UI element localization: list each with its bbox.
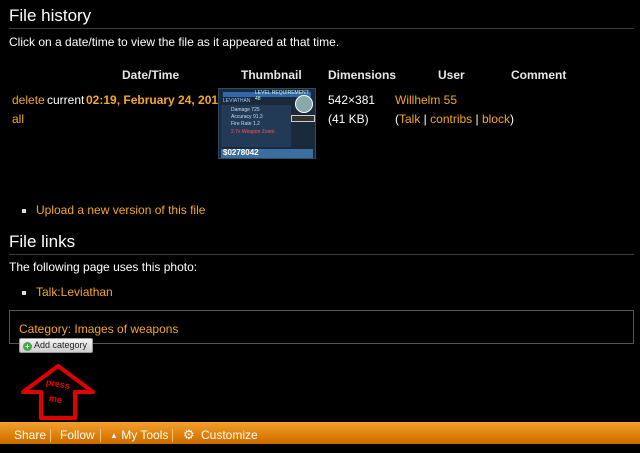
col-thumbnail: Thumbnail — [241, 68, 302, 82]
bottom-toolbar: Share Follow ▲ My Tools ⚙ Customize — [0, 421, 640, 450]
upload-new-version-link[interactable]: Upload a new version of this file — [36, 203, 205, 217]
my-tools-label: My Tools — [121, 428, 169, 442]
current-label: current — [47, 93, 85, 107]
paren-close: ) — [509, 112, 514, 126]
category-link[interactable]: Category: Images of weapons — [19, 322, 178, 336]
file-history-intro: Click on a date/time to view the file as… — [9, 35, 340, 49]
category-box: Category: Images of weapons — [9, 310, 634, 344]
add-category-button[interactable]: + Add category — [19, 338, 94, 353]
delete-link[interactable]: delete — [12, 93, 45, 107]
user-tools: (Talk | contribs | block) — [395, 112, 514, 126]
dimensions-value: 542×381 — [328, 93, 376, 107]
toolbar-divider — [172, 429, 173, 442]
contribs-link[interactable]: contribs — [430, 112, 472, 126]
separator: | — [472, 112, 482, 126]
up-arrow-icon — [21, 364, 95, 420]
thumb-stat: Damage 725 — [231, 107, 260, 113]
customize-label: Customize — [201, 428, 258, 442]
list-item: Talk:Leviathan — [20, 285, 113, 299]
plus-icon: + — [23, 342, 32, 351]
size-value: (41 KB) — [328, 112, 369, 126]
gear-icon: ⚙ — [183, 427, 195, 442]
thumb-stat: 2.7x Weapon Zoom — [231, 129, 275, 135]
col-user: User — [438, 68, 465, 82]
col-datetime: Date/Time — [122, 68, 180, 82]
file-history-heading: File history — [9, 6, 634, 29]
col-comment: Comment — [511, 68, 567, 82]
list-item: Upload a new version of this file — [20, 203, 205, 217]
upload-list: Upload a new version of this file — [20, 203, 205, 217]
separator: | — [420, 112, 431, 126]
thumb-stat: Accuracy 91.3 — [231, 114, 263, 120]
block-link[interactable]: block — [482, 112, 510, 126]
col-dimensions: Dimensions — [328, 68, 397, 82]
thumb-manufacturer-icon — [295, 95, 313, 113]
thumb-tag — [291, 115, 315, 122]
thumb-price: $0278042 — [223, 148, 259, 157]
annotation-me: me — [48, 392, 63, 406]
caret-up-icon: ▲ — [110, 431, 118, 440]
toolbar-divider — [100, 429, 101, 442]
delete-all-link[interactable]: all — [12, 112, 24, 126]
datetime-link[interactable]: 02:19, February 24, 2011 — [86, 93, 224, 107]
page-link-talk-leviathan[interactable]: Talk:Leviathan — [36, 285, 113, 299]
toolbar-divider — [50, 429, 51, 442]
file-thumbnail[interactable]: LEVEL REQUIREMENT: 48 LEVIATHAN Damage 7… — [218, 88, 316, 159]
toolbar-shadow — [0, 444, 640, 450]
file-links-list: Talk:Leviathan — [20, 285, 113, 299]
user-link[interactable]: Willhelm 55 — [395, 93, 457, 107]
file-links-intro: The following page uses this photo: — [9, 260, 198, 274]
file-links-heading: File links — [9, 232, 634, 255]
thumb-stat: Fire Rate 1.2 — [231, 121, 260, 127]
talk-link[interactable]: Talk — [399, 112, 420, 126]
add-category-label: Add category — [34, 340, 88, 350]
thumb-weapon-name: LEVIATHAN — [223, 98, 251, 104]
